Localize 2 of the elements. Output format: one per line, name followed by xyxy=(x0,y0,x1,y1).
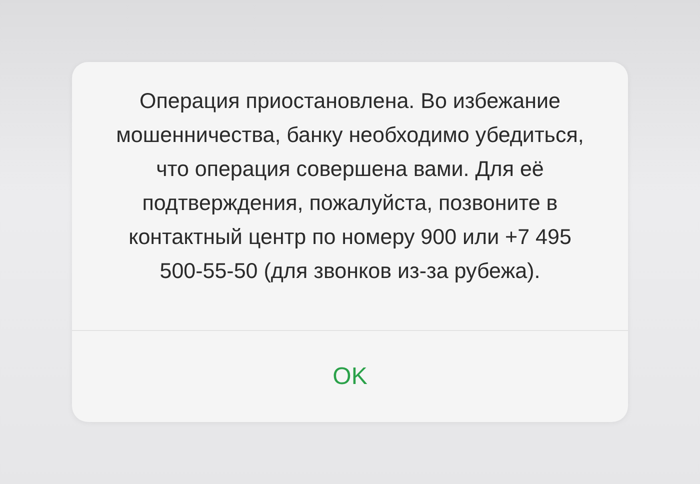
ok-button[interactable]: OK xyxy=(316,352,384,400)
alert-message: Операция приостановлена. Во избежание мошенничества, банку необходимо убедиться, что операция совершена вами. Для её подтверждения, пожалуйста, позвоните в контактный центр по номеру 900 или +7 495 500-55-50 (для звонков из-за рубежа). xyxy=(115,88,585,285)
